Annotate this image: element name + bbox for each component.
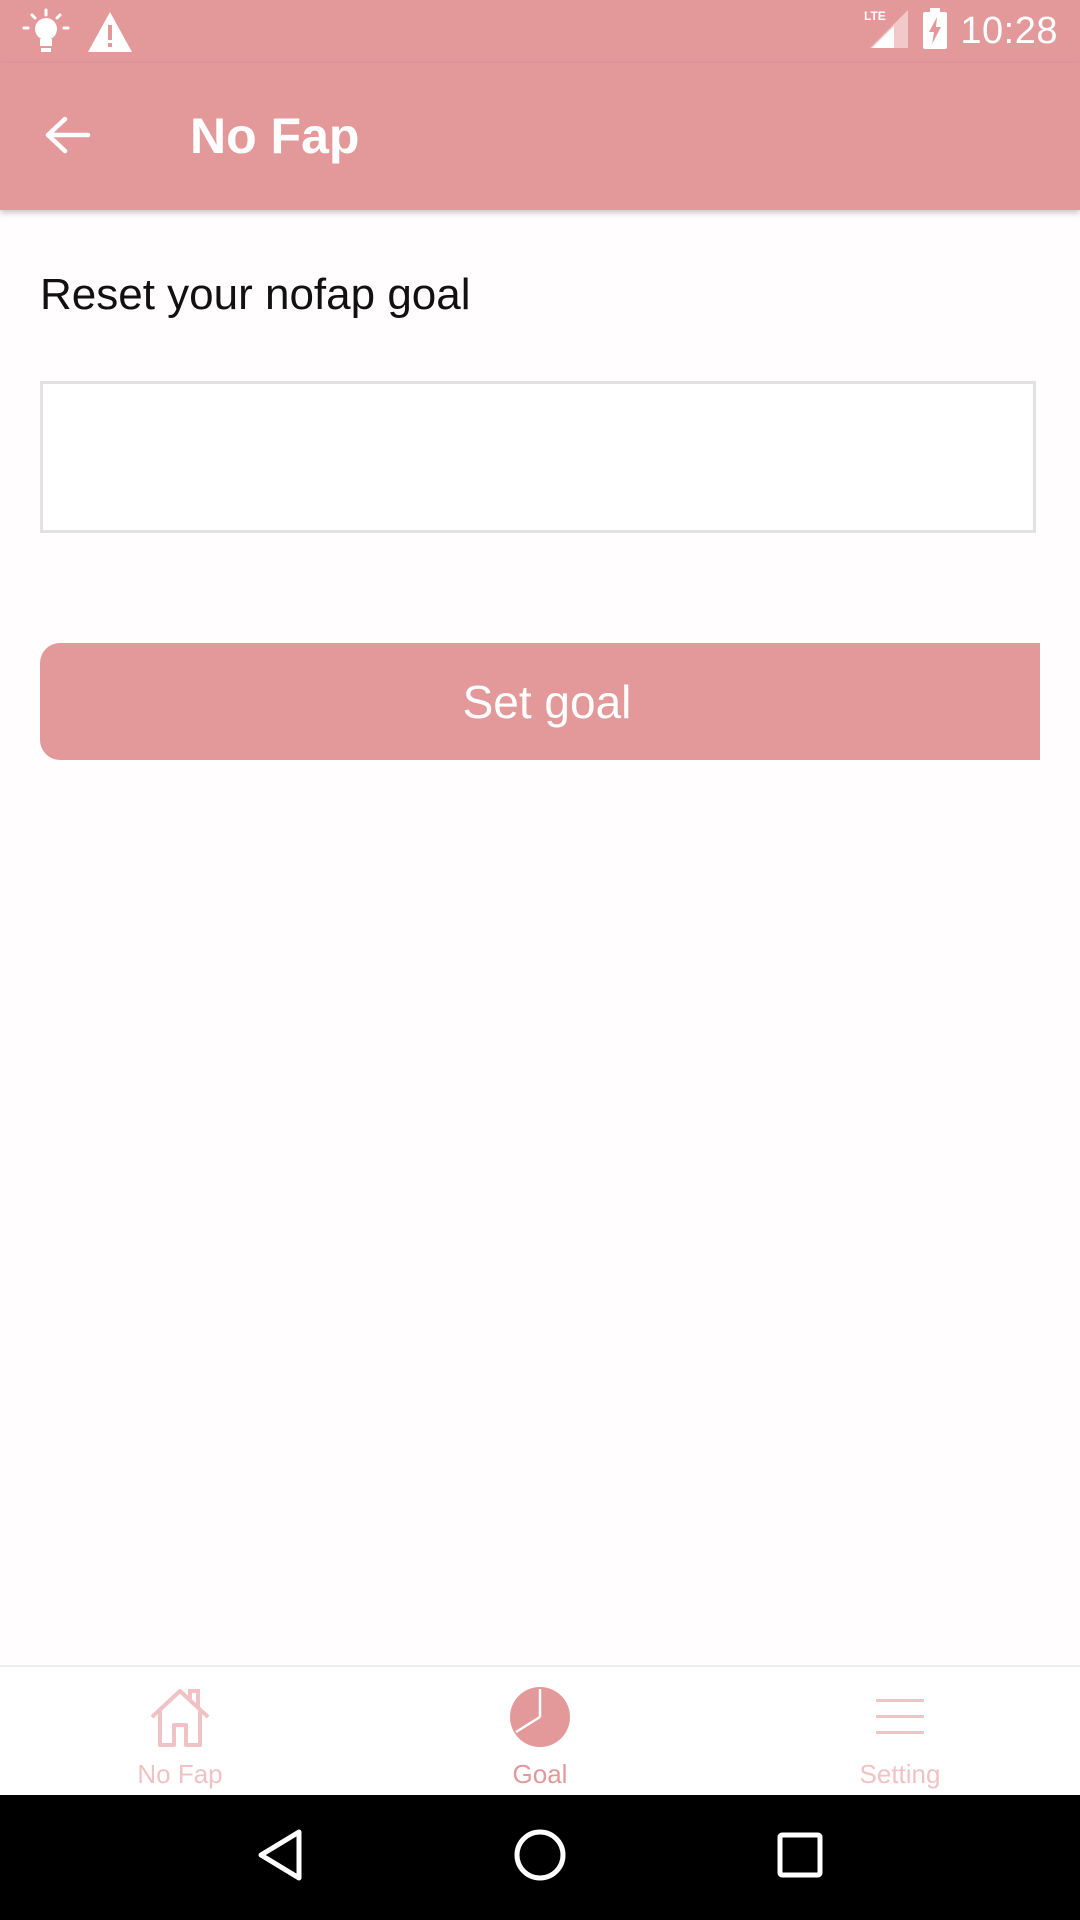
system-home-button[interactable] bbox=[500, 1818, 580, 1898]
main-content: Reset your nofap goal Set goal bbox=[0, 210, 1080, 1665]
menu-icon bbox=[868, 1685, 932, 1749]
page-title: No Fap bbox=[190, 108, 360, 164]
recents-square-icon bbox=[775, 1830, 825, 1885]
system-recents-button[interactable] bbox=[760, 1818, 840, 1898]
status-bar: LTE 10:28 bbox=[0, 0, 1080, 63]
lte-signal-icon: LTE bbox=[864, 8, 910, 55]
svg-text:LTE: LTE bbox=[864, 9, 886, 23]
status-right-group: LTE 10:28 bbox=[864, 0, 1058, 63]
status-time: 10:28 bbox=[960, 10, 1058, 52]
home-circle-icon bbox=[512, 1827, 568, 1888]
back-triangle-icon bbox=[255, 1828, 305, 1887]
bottom-nav: No Fap Goal Setting bbox=[0, 1665, 1080, 1797]
system-nav-bar bbox=[0, 1795, 1080, 1920]
nav-item-no-fap[interactable]: No Fap bbox=[0, 1667, 360, 1797]
pie-chart-icon bbox=[508, 1685, 572, 1749]
nav-item-setting[interactable]: Setting bbox=[720, 1667, 1080, 1797]
lightbulb-icon bbox=[22, 8, 70, 56]
arrow-back-icon bbox=[44, 115, 92, 160]
goal-heading: Reset your nofap goal bbox=[40, 270, 471, 319]
nav-label-goal: Goal bbox=[512, 1759, 568, 1789]
home-icon bbox=[148, 1685, 212, 1749]
nav-label-no-fap: No Fap bbox=[137, 1759, 223, 1789]
goal-input[interactable] bbox=[40, 381, 1036, 533]
nav-item-goal[interactable]: Goal bbox=[360, 1667, 720, 1797]
screen: LTE 10:28 No Fap Reset your nofap goal S… bbox=[0, 0, 1080, 1920]
system-back-button[interactable] bbox=[240, 1818, 320, 1898]
battery-charging-icon bbox=[922, 8, 948, 55]
app-bar: No Fap bbox=[0, 63, 1080, 210]
nav-label-setting: Setting bbox=[859, 1759, 941, 1789]
set-goal-button[interactable]: Set goal bbox=[40, 643, 1040, 760]
warning-icon bbox=[86, 8, 134, 56]
back-button[interactable] bbox=[34, 103, 102, 171]
